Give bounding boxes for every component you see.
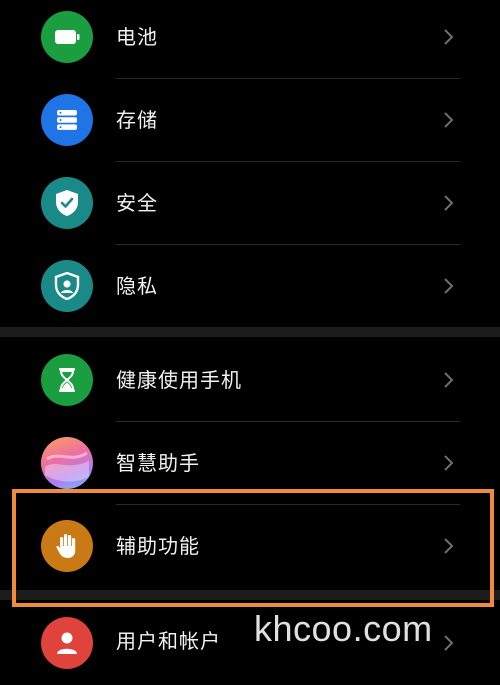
section-separator	[0, 590, 500, 600]
settings-item-label: 用户和帐户	[116, 629, 221, 653]
settings-item-label: 存储	[116, 108, 158, 132]
settings-item-label: 智慧助手	[116, 451, 200, 475]
settings-item-storage[interactable]: 存储	[0, 79, 500, 162]
chevron-right-icon	[444, 29, 454, 45]
chevron-right-icon	[444, 195, 454, 211]
user-icon	[41, 617, 93, 669]
hourglass-icon	[41, 354, 93, 406]
chevron-right-icon	[444, 278, 454, 294]
settings-item-security[interactable]: 安全	[0, 162, 500, 245]
settings-item-label: 健康使用手机	[116, 368, 242, 392]
chevron-right-icon	[444, 538, 454, 554]
hand-icon	[41, 520, 93, 572]
assistant-orb-icon	[41, 437, 93, 489]
privacy-shield-icon	[41, 260, 93, 312]
watermark: khcoo.com	[254, 608, 433, 649]
shield-check-icon	[41, 177, 93, 229]
settings-item-label: 辅助功能	[116, 534, 200, 558]
settings-item-label: 电池	[116, 25, 158, 49]
storage-icon	[41, 94, 93, 146]
settings-item-digital-balance[interactable]: 健康使用手机	[0, 339, 500, 422]
settings-item-accessibility[interactable]: 辅助功能	[0, 505, 500, 588]
chevron-right-icon	[444, 372, 454, 388]
chevron-right-icon	[444, 455, 454, 471]
settings-item-label: 隐私	[116, 274, 158, 298]
chevron-right-icon	[444, 635, 454, 651]
battery-icon	[41, 11, 93, 63]
chevron-right-icon	[444, 112, 454, 128]
section-separator	[0, 327, 500, 337]
settings-item-privacy[interactable]: 隐私	[0, 245, 500, 328]
settings-item-battery[interactable]: 电池	[0, 0, 500, 79]
settings-item-smart-assistant[interactable]: 智慧助手	[0, 422, 500, 505]
settings-item-label: 安全	[116, 191, 158, 215]
